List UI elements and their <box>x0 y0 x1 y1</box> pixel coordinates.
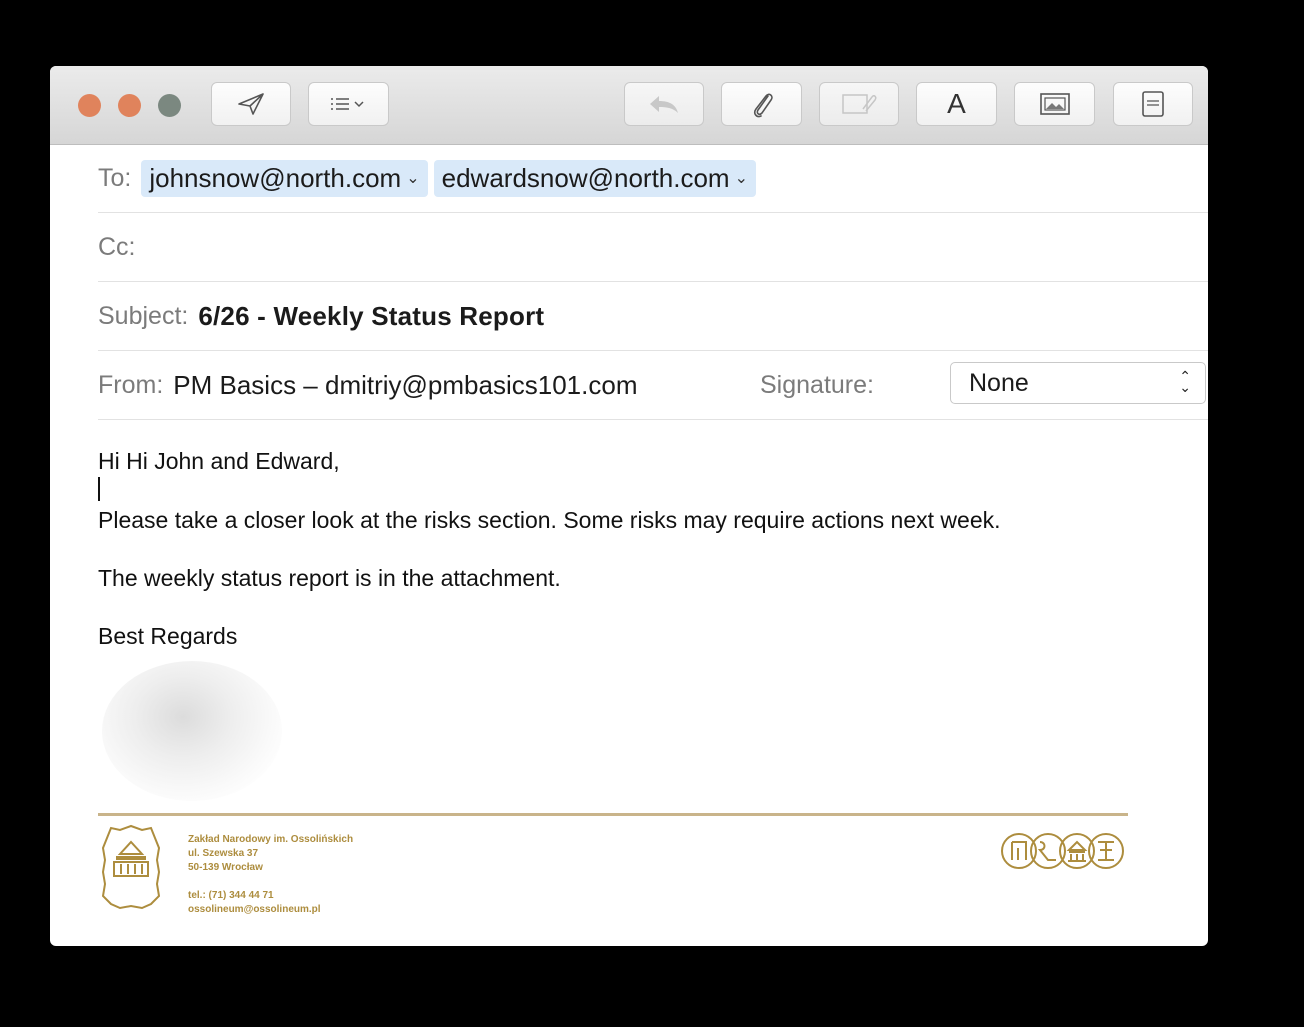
subject-label: Subject: <box>98 301 189 330</box>
stationery-icon <box>1142 91 1164 117</box>
street: ul. Szewska 37 <box>188 848 259 859</box>
subject-input[interactable]: 6/26 - Weekly Status Report <box>198 301 544 332</box>
send-button[interactable] <box>211 82 291 126</box>
subject-field-row[interactable]: Subject: 6/26 - Weekly Status Report <box>98 282 1208 351</box>
minimize-window-button[interactable] <box>118 94 141 117</box>
up-down-arrows-icon: ⌃ ⌄ <box>1179 368 1191 395</box>
from-field-row: From: PM Basics – dmitriy@pmbasics101.co… <box>98 351 1208 420</box>
signature-select[interactable]: None ⌃ ⌄ <box>950 362 1206 404</box>
email-link[interactable]: ossolineum@ossolineum.pl <box>188 903 353 917</box>
attach-button[interactable] <box>721 82 802 126</box>
chevron-down-icon[interactable]: ⌄ <box>406 168 419 188</box>
recipient-address: johnsnow@north.com <box>149 162 402 193</box>
markup-button[interactable] <box>819 82 899 126</box>
signature-label: Signature: <box>760 370 874 399</box>
header-fields-button[interactable] <box>308 82 389 126</box>
signature-value: None <box>969 368 1029 397</box>
greeting-line: Hi Hi John and Edward, <box>98 448 340 474</box>
toolbar: A <box>50 66 1208 145</box>
text-cursor <box>98 477 100 501</box>
list-chevron-icon <box>330 98 364 110</box>
paperclip-icon <box>753 93 773 118</box>
photo-browser-button[interactable] <box>1014 82 1095 126</box>
ossolineum-seal-logo <box>102 824 160 910</box>
blurred-signature-image <box>102 661 282 801</box>
format-button[interactable]: A <box>916 82 997 126</box>
footer-address: Zakład Narodowy im. Ossolińskich ul. Sze… <box>188 833 353 917</box>
phone: tel.: (71) 344 44 71 <box>188 890 274 901</box>
from-select[interactable]: PM Basics – dmitriy@pmbasics101.com <box>173 370 637 401</box>
ossolineum-emblem-logo <box>1001 833 1124 869</box>
cc-field-row[interactable]: Cc: <box>98 213 1208 282</box>
recipient-token[interactable]: johnsnow@north.com ⌄ <box>141 159 428 197</box>
reply-button[interactable] <box>624 82 704 126</box>
recipient-address: edwardsnow@north.com <box>441 162 730 193</box>
reply-icon <box>650 96 678 113</box>
footer-divider <box>98 813 1128 816</box>
stationery-button[interactable] <box>1113 82 1193 126</box>
markup-icon <box>842 94 877 114</box>
to-label: To: <box>98 163 132 192</box>
send-icon <box>238 93 264 115</box>
body-paragraph: The weekly status report is in the attac… <box>98 565 561 591</box>
chevron-down-icon[interactable]: ⌄ <box>735 168 748 188</box>
cc-label: Cc: <box>98 232 136 261</box>
recipient-token[interactable]: edwardsnow@north.com ⌄ <box>433 159 756 197</box>
from-label: From: <box>98 370 164 399</box>
closing-line: Best Regards <box>98 623 238 649</box>
format-icon: A <box>947 88 966 119</box>
to-field-row: To: johnsnow@north.com ⌄ edwardsnow@nort… <box>98 144 1208 213</box>
zoom-window-button[interactable] <box>158 94 181 117</box>
close-window-button[interactable] <box>78 94 101 117</box>
org-name: Zakład Narodowy im. Ossolińskich <box>188 834 354 845</box>
body-paragraph: Please take a closer look at the risks s… <box>98 507 1001 533</box>
photo-browser-icon <box>1039 93 1070 115</box>
city: 50-139 Wrocław <box>188 862 263 873</box>
mail-compose-window: A To: johnsnow@north.com ⌄ edwardsnow@no… <box>50 66 1208 946</box>
